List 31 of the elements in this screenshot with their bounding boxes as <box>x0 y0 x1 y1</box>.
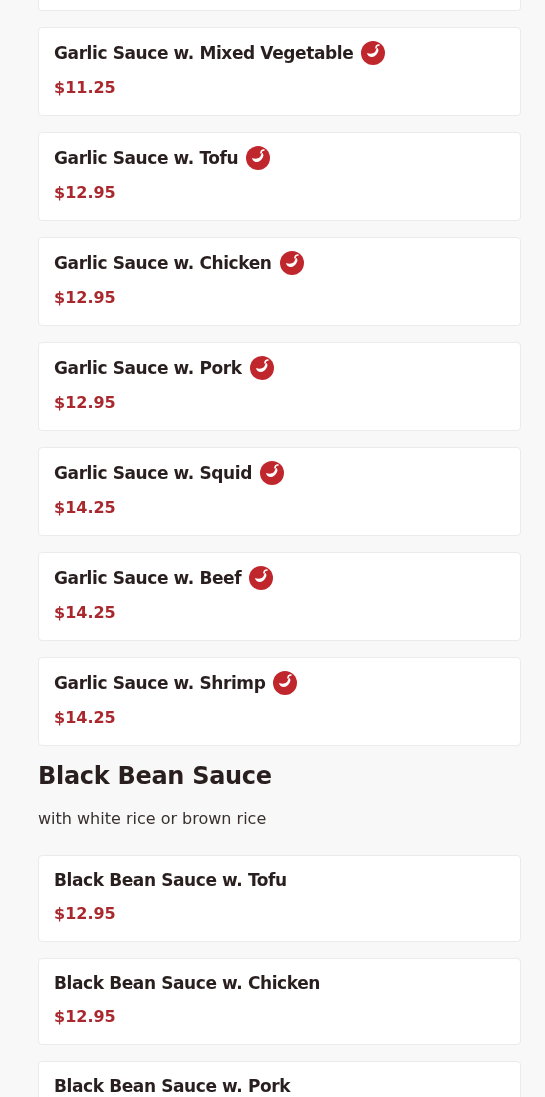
section-subtitle: with white rice or brown rice <box>38 808 268 830</box>
item-name: Garlic Sauce w. Pork <box>54 357 242 379</box>
item-name: Black Bean Sauce w. Tofu <box>54 869 287 891</box>
menu-item-card[interactable]: Garlic Sauce w. Pork $12.95 <box>38 342 521 431</box>
item-price: $12.95 <box>54 903 117 925</box>
item-price: $14.25 <box>54 707 117 729</box>
item-price: $14.25 <box>54 602 117 624</box>
item-name: Black Bean Sauce w. Pork <box>54 1075 291 1097</box>
item-price: $12.95 <box>54 287 117 309</box>
section-title: Black Bean Sauce <box>38 761 273 792</box>
item-name: Garlic Sauce w. Tofu <box>54 147 239 169</box>
menu-item-card[interactable]: Garlic Sauce w. Shrimp $14.25 <box>38 657 521 746</box>
menu-item-card[interactable]: Black Bean Sauce w. Tofu $12.95 <box>38 855 521 942</box>
item-price: $12.95 <box>54 1006 117 1028</box>
menu-item-card[interactable]: Garlic Sauce w. Chicken $12.95 <box>38 237 521 326</box>
item-name: Garlic Sauce w. Chicken <box>54 252 272 274</box>
item-name: Garlic Sauce w. Shrimp <box>54 672 266 694</box>
item-name: Garlic Sauce w. Squid <box>54 462 252 484</box>
menu-item-card[interactable]: Garlic Sauce w. Beef $14.25 <box>38 552 521 641</box>
item-name: Garlic Sauce w. Mixed Vegetable <box>54 42 354 64</box>
menu-item-card[interactable]: Garlic Sauce w. Squid $14.25 <box>38 447 521 536</box>
item-price: $12.95 <box>54 182 117 204</box>
menu-item-card[interactable]: Garlic Sauce w. Tofu $12.95 <box>38 132 521 221</box>
menu-item-card[interactable]: Black Bean Sauce w. Chicken $12.95 <box>38 958 521 1045</box>
item-price: $11.25 <box>54 77 117 99</box>
menu-item-card[interactable]: Garlic Sauce w. Mixed Vegetable $11.25 <box>38 27 521 116</box>
item-name: Garlic Sauce w. Beef <box>54 567 242 589</box>
item-price: $12.95 <box>54 392 117 414</box>
item-price: $14.25 <box>54 497 117 519</box>
item-name: Black Bean Sauce w. Chicken <box>54 972 321 994</box>
menu-item-card[interactable]: Black Bean Sauce w. Pork <box>38 1061 521 1097</box>
